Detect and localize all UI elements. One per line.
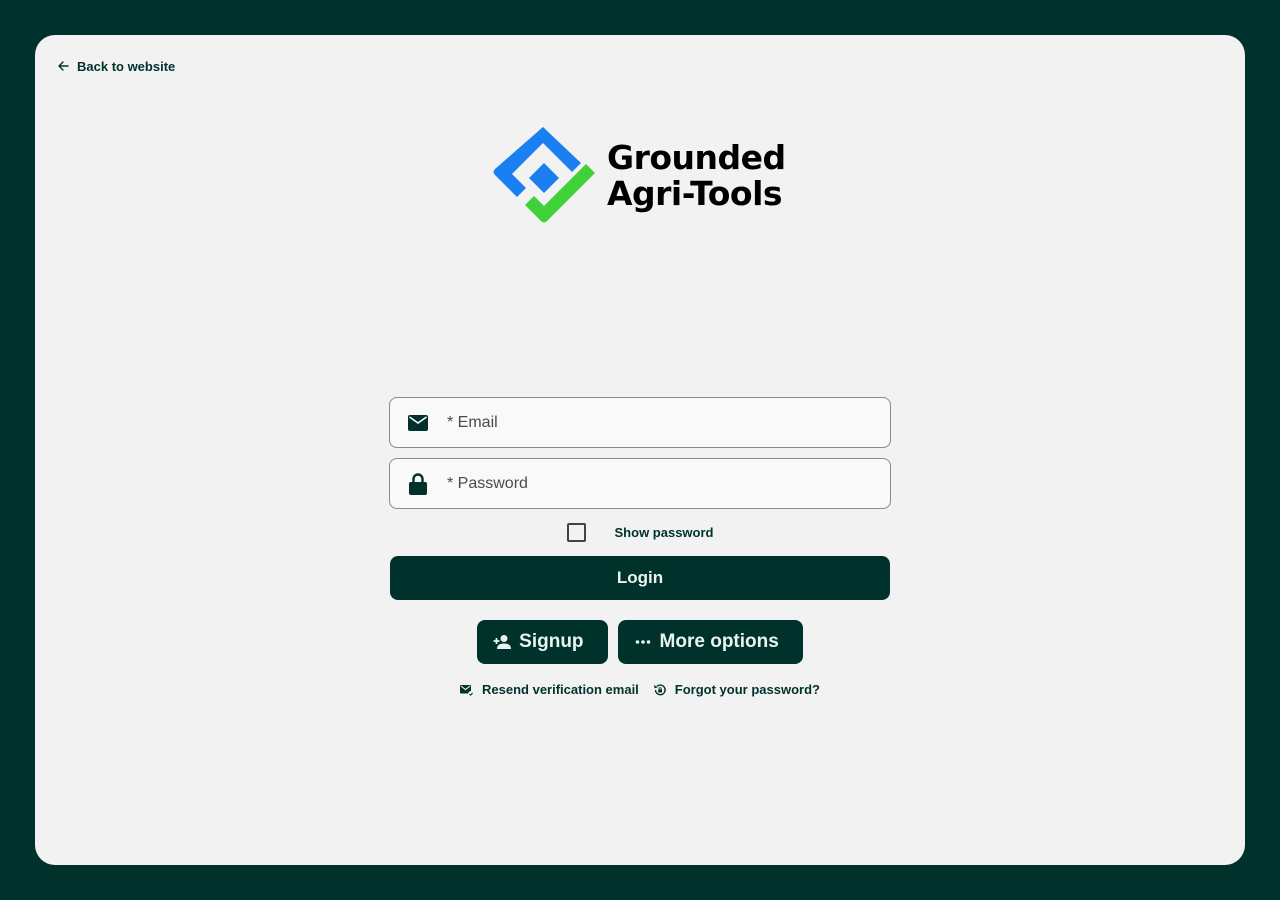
logo-line-2: Agri-Tools: [607, 174, 783, 213]
signup-button[interactable]: Signup: [477, 620, 608, 664]
signup-label: Signup: [519, 631, 584, 652]
forgot-password-link[interactable]: Forgot your password?: [653, 682, 820, 697]
email-field: [389, 397, 891, 448]
show-password-checkbox[interactable]: [566, 522, 586, 542]
arrow-left-icon: [58, 61, 69, 71]
lock-icon: [407, 472, 429, 495]
logo-wordmark: Grounded Agri-Tools: [607, 140, 786, 212]
login-form: Show password Login Signup More options: [389, 397, 891, 697]
login-card: Back to website Grounded Agri-Tools * Em…: [35, 35, 1245, 865]
more-options-label: More options: [659, 631, 779, 652]
mail-check-icon: [460, 684, 475, 697]
more-dots-icon: [635, 640, 650, 644]
resend-verification-label: Resend verification email: [482, 682, 639, 697]
brand-logo: Grounded Agri-Tools: [493, 123, 786, 229]
logo-mark-icon: [493, 127, 595, 223]
email-input[interactable]: [445, 412, 869, 433]
show-password-label: Show password: [614, 524, 714, 540]
envelope-icon: [407, 412, 429, 434]
forgot-password-label: Forgot your password?: [674, 682, 820, 697]
password-input[interactable]: [445, 473, 869, 494]
show-password-row: Show password: [389, 517, 891, 547]
help-links: Resend verification email Forgot your pa…: [389, 682, 891, 697]
lock-reset-icon: [653, 683, 666, 695]
person-add-icon: [493, 635, 512, 649]
more-options-button[interactable]: More options: [617, 620, 803, 664]
back-to-website-link[interactable]: Back to website: [57, 57, 175, 75]
password-field: [389, 458, 891, 509]
secondary-buttons: Signup More options: [389, 620, 891, 664]
login-button[interactable]: Login: [390, 556, 890, 600]
back-to-website-label: Back to website: [77, 58, 176, 74]
resend-verification-link[interactable]: Resend verification email: [460, 682, 639, 697]
logo-line-1: Grounded: [607, 138, 786, 177]
